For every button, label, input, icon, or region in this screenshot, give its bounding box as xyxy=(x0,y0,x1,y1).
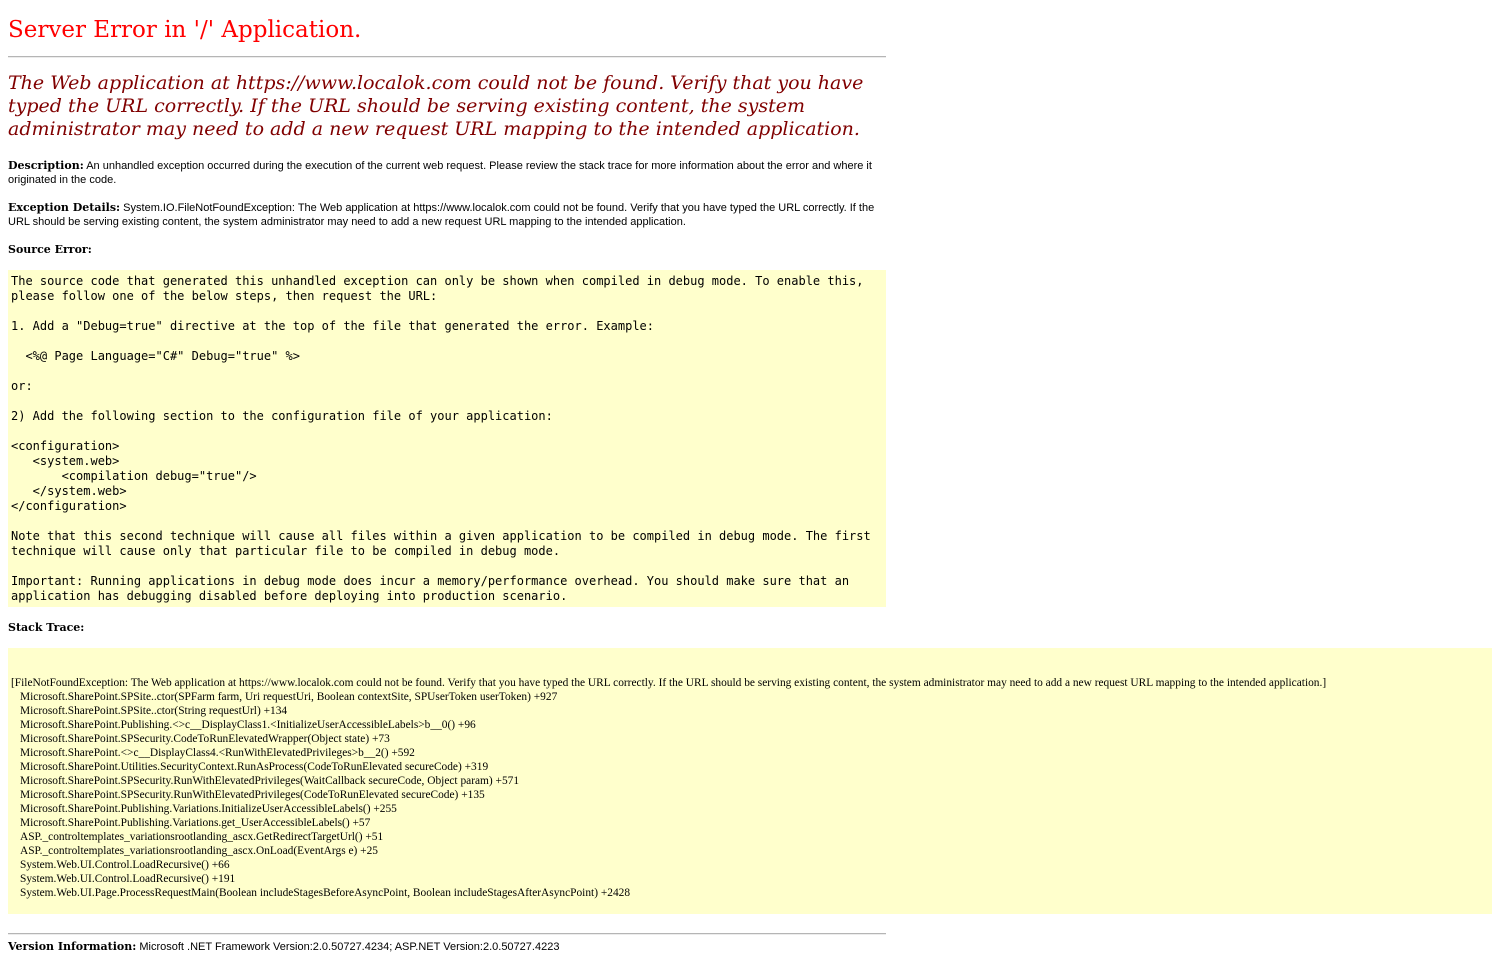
stack-frame: System.Web.UI.Control.LoadRecursive() +6… xyxy=(20,859,230,871)
stack-frame: Microsoft.SharePoint.SPSecurity.RunWithE… xyxy=(20,775,520,787)
source-error-heading: Source Error: xyxy=(8,243,92,256)
exception-details-text: System.IO.FileNotFoundException: The Web… xyxy=(8,202,875,228)
stack-frame: System.Web.UI.Control.LoadRecursive() +1… xyxy=(20,873,236,885)
stack-trace-exception-line: [FileNotFoundException: The Web applicat… xyxy=(11,677,1327,689)
source-error-text: The source code that generated this unha… xyxy=(11,274,871,603)
stack-frame: Microsoft.SharePoint.SPSite..ctor(String… xyxy=(20,705,288,717)
bottom-divider xyxy=(8,933,886,935)
page-title: Server Error in '/' Application. xyxy=(8,17,362,43)
stack-frame: ASP._controltemplates_variationsrootland… xyxy=(20,845,378,857)
stack-frame: ASP._controltemplates_variationsrootland… xyxy=(20,831,384,843)
stack-frame: Microsoft.SharePoint.SPSecurity.RunWithE… xyxy=(20,789,485,801)
stack-frame: Microsoft.SharePoint.Publishing.Variatio… xyxy=(20,817,371,829)
source-error-box: The source code that generated this unha… xyxy=(8,270,886,607)
stack-trace-text: [FileNotFoundException: The Web applicat… xyxy=(11,648,1489,900)
description-text: An unhandled exception occurred during t… xyxy=(8,160,872,186)
stack-frame: Microsoft.SharePoint.SPSecurity.CodeToRu… xyxy=(20,733,390,745)
stack-frame: Microsoft.SharePoint.Publishing.Variatio… xyxy=(20,803,397,815)
stack-trace-box: [FileNotFoundException: The Web applicat… xyxy=(8,648,1492,914)
stack-frame: Microsoft.SharePoint.Publishing.<>c__Dis… xyxy=(20,719,476,731)
stack-frame: Microsoft.SharePoint.Utilities.SecurityC… xyxy=(20,761,489,773)
stack-trace-heading: Stack Trace: xyxy=(8,621,85,634)
description-paragraph: Description: An unhandled exception occu… xyxy=(8,159,888,187)
error-message: The Web application at https://www.local… xyxy=(8,72,864,140)
version-information-text: Microsoft .NET Framework Version:2.0.507… xyxy=(136,941,560,953)
stack-frame: System.Web.UI.Page.ProcessRequestMain(Bo… xyxy=(20,887,631,899)
stack-frame: Microsoft.SharePoint.SPSite..ctor(SPFarm… xyxy=(20,691,558,703)
description-label: Description: xyxy=(8,159,84,172)
top-divider xyxy=(8,56,886,58)
version-information: Version Information: Microsoft .NET Fram… xyxy=(8,940,888,954)
version-information-label: Version Information: xyxy=(8,940,137,953)
exception-details-paragraph: Exception Details: System.IO.FileNotFoun… xyxy=(8,201,888,229)
stack-frame: Microsoft.SharePoint.<>c__DisplayClass4.… xyxy=(20,747,415,759)
exception-details-label: Exception Details: xyxy=(8,201,121,214)
